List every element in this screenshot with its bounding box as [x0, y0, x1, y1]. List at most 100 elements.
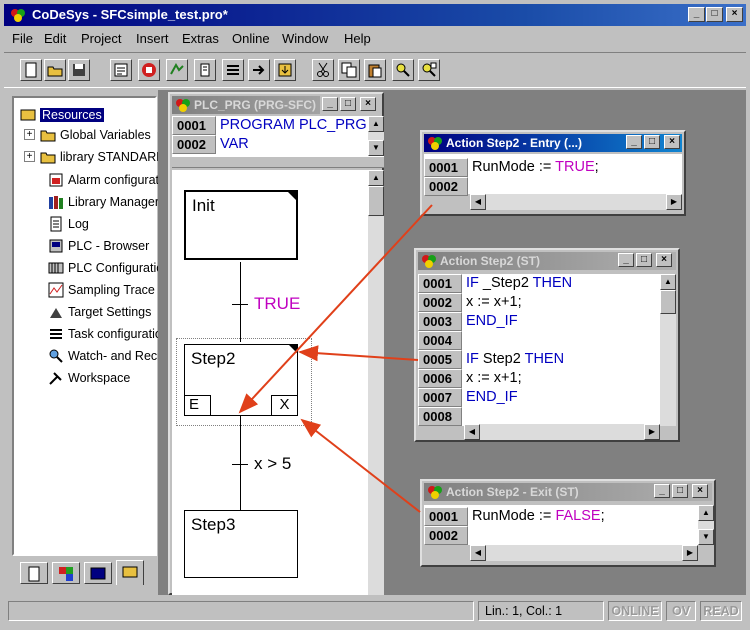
cut-icon[interactable]: [312, 59, 334, 81]
scroll-left-icon[interactable]: ◀: [464, 424, 480, 440]
step-over-icon[interactable]: [222, 59, 244, 81]
menu-window[interactable]: Window: [282, 31, 328, 46]
download-icon[interactable]: [274, 59, 296, 81]
scroll-up-icon[interactable]: ▲: [660, 274, 676, 290]
menu-edit[interactable]: Edit: [44, 31, 66, 46]
menu-online[interactable]: Online: [232, 31, 270, 46]
plc-prg-window[interactable]: PLC_PRG (PRG-SFC) _ □ × 0001 PROGRAM PLC…: [168, 92, 384, 595]
plc-prg-close-button[interactable]: ×: [360, 97, 376, 111]
action-close-button[interactable]: ×: [656, 253, 672, 267]
entry-action-window[interactable]: Action Step2 - Entry (...) _ □ × 0001 Ru…: [420, 130, 686, 216]
exit-close-button[interactable]: ×: [692, 484, 708, 498]
scroll-right-icon[interactable]: ▶: [682, 545, 698, 561]
sfc-step-step2[interactable]: Step2 E X: [184, 344, 298, 416]
tree-item-workspace[interactable]: Workspace: [18, 369, 158, 387]
sfc-transition-bar[interactable]: [232, 464, 248, 465]
declaration-scrollbar[interactable]: ▲ ▼: [368, 116, 384, 156]
entry-hscrollbar[interactable]: ◀ ▶: [470, 194, 682, 210]
tree-item-plc-configuration[interactable]: PLC Configuration: [18, 259, 158, 277]
datatype-tab-icon[interactable]: [52, 562, 80, 584]
tree-item-sampling-trace[interactable]: Sampling Trace: [18, 281, 158, 299]
scroll-right-icon[interactable]: ▶: [666, 194, 682, 210]
minimize-button[interactable]: _: [688, 7, 705, 22]
exit-hscrollbar[interactable]: ◀ ▶: [470, 545, 698, 561]
compile-icon[interactable]: [110, 59, 132, 81]
exit-vscrollbar[interactable]: ▲ ▼: [698, 505, 714, 545]
step-icon[interactable]: [194, 59, 216, 81]
scroll-down-icon[interactable]: ▼: [368, 140, 384, 156]
action-step2-window[interactable]: Action Step2 (ST) _ □ × 0001 IF _Step2 T…: [414, 248, 680, 442]
scroll-up-icon[interactable]: ▲: [368, 116, 384, 132]
transition-x-gt-5[interactable]: x > 5: [254, 454, 291, 474]
declaration-editor[interactable]: 0001 PROGRAM PLC_PRG 0002 VAR: [172, 116, 368, 156]
sfc-transition-bar[interactable]: [232, 304, 248, 305]
exit-minimize-button[interactable]: _: [654, 484, 670, 498]
find-icon[interactable]: [392, 59, 414, 81]
tree-item-library-manager[interactable]: Library Manager: [18, 193, 158, 211]
plc-prg-maximize-button[interactable]: □: [340, 97, 356, 111]
menu-help[interactable]: Help: [344, 31, 371, 46]
exit-action-titlebar[interactable]: Action Step2 - Exit (ST) _ □ ×: [424, 483, 712, 501]
exit-code-editor[interactable]: 0001 RunMode := FALSE; 0002: [424, 505, 698, 545]
action-step2-titlebar[interactable]: Action Step2 (ST) _ □ ×: [418, 252, 676, 270]
copy-icon[interactable]: [338, 59, 360, 81]
entry-close-button[interactable]: ×: [664, 135, 680, 149]
pou-tab-icon[interactable]: [20, 562, 48, 584]
entry-minimize-button[interactable]: _: [626, 135, 642, 149]
exit-action-window[interactable]: Action Step2 - Exit (ST) _ □ × 0001 RunM…: [420, 479, 716, 567]
sfc-scrollbar[interactable]: ▲: [368, 170, 384, 595]
tree-item-log[interactable]: Log: [18, 215, 158, 233]
resources-tree[interactable]: Resources + Global Variables + library S…: [12, 96, 158, 556]
stop-icon[interactable]: [138, 59, 160, 81]
scroll-up-icon[interactable]: ▲: [368, 170, 384, 186]
scroll-down-icon[interactable]: ▼: [698, 529, 714, 545]
breakpoint-icon[interactable]: [248, 59, 270, 81]
tree-item-global-variables[interactable]: + Global Variables: [18, 126, 158, 144]
close-button[interactable]: ×: [726, 7, 743, 22]
plc-prg-minimize-button[interactable]: _: [322, 97, 338, 111]
visualization-tab-icon[interactable]: [84, 562, 112, 584]
run-icon[interactable]: [166, 59, 188, 81]
tree-item-target-settings[interactable]: Target Settings: [18, 303, 158, 321]
sfc-step-init[interactable]: Init: [184, 190, 298, 260]
tree-item-task-configuration[interactable]: Task configuration: [18, 325, 158, 343]
entry-maximize-button[interactable]: □: [644, 135, 660, 149]
open-icon[interactable]: [44, 59, 66, 81]
replace-icon[interactable]: [418, 59, 440, 81]
tree-item-library-standard[interactable]: + library STANDARD: [18, 148, 158, 166]
save-icon[interactable]: [68, 59, 90, 81]
scroll-up-icon[interactable]: ▲: [698, 505, 714, 521]
new-icon[interactable]: [20, 59, 42, 81]
exit-action-flag[interactable]: X: [271, 395, 297, 416]
action-vscrollbar[interactable]: ▲: [660, 274, 676, 426]
exit-maximize-button[interactable]: □: [672, 484, 688, 498]
scroll-right-icon[interactable]: ▶: [644, 424, 660, 440]
maximize-button[interactable]: □: [706, 7, 723, 22]
title-bar[interactable]: CoDeSys - SFCsimple_test.pro* _ □ ×: [4, 4, 746, 26]
scroll-left-icon[interactable]: ◀: [470, 545, 486, 561]
expand-toggle-icon[interactable]: +: [24, 129, 35, 140]
scroll-left-icon[interactable]: ◀: [470, 194, 486, 210]
menu-extras[interactable]: Extras: [182, 31, 219, 46]
sfc-step-step3[interactable]: Step3: [184, 510, 298, 578]
sfc-editor[interactable]: Init TRUE Step2 E X x > 5 Step3: [172, 170, 368, 595]
entry-code-editor[interactable]: 0001 RunMode := TRUE; 0002: [424, 154, 682, 196]
menu-file[interactable]: File: [12, 31, 33, 46]
scroll-thumb[interactable]: [660, 290, 676, 314]
tree-item-plc-browser[interactable]: PLC - Browser: [18, 237, 158, 255]
tree-item-watch-recipe-manager[interactable]: Watch- and Recipe Manager: [18, 347, 158, 365]
entry-action-flag[interactable]: E: [185, 395, 211, 416]
action-code-editor[interactable]: 0001 IF _Step2 THEN 0002 x := x+1; 0003 …: [418, 274, 660, 426]
menu-insert[interactable]: Insert: [136, 31, 169, 46]
action-maximize-button[interactable]: □: [636, 253, 652, 267]
action-hscrollbar[interactable]: ◀ ▶: [464, 424, 660, 440]
action-minimize-button[interactable]: _: [618, 253, 634, 267]
splitter[interactable]: [172, 156, 384, 168]
tree-item-resources[interactable]: Resources: [18, 106, 158, 124]
paste-icon[interactable]: [364, 59, 386, 81]
tree-item-alarm-configuration[interactable]: Alarm configuration: [18, 171, 158, 189]
menu-project[interactable]: Project: [81, 31, 121, 46]
expand-toggle-icon[interactable]: +: [24, 151, 35, 162]
resources-tab-icon[interactable]: [116, 560, 144, 585]
transition-true[interactable]: TRUE: [254, 294, 300, 314]
